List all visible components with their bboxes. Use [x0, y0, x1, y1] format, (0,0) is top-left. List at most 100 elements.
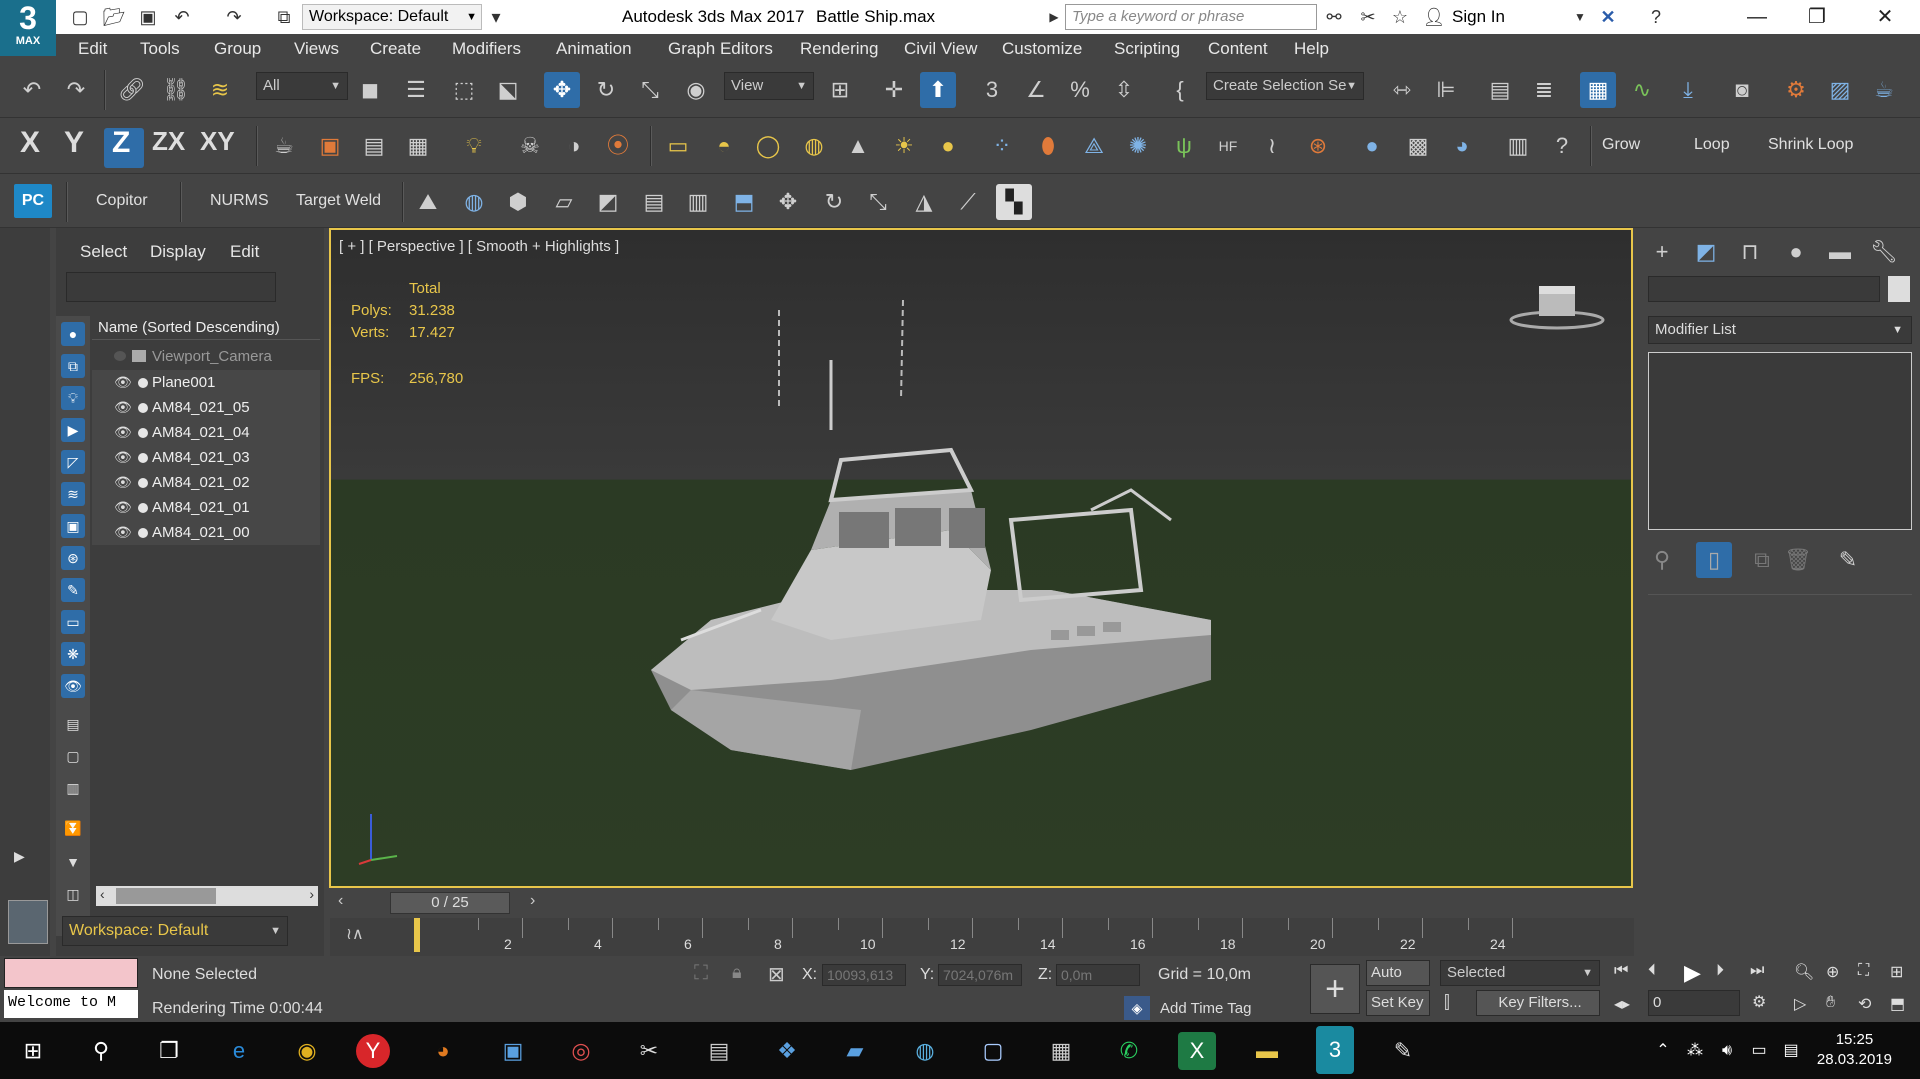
zoom-extents-all-icon[interactable]: ⊞ [1890, 962, 1903, 982]
invert-display-icon[interactable]: ▥ [61, 776, 85, 800]
render-setup-icon[interactable]: ⚙ [1778, 72, 1814, 108]
add-time-tag[interactable]: Add Time Tag [1160, 1000, 1251, 1017]
light-lister-icon[interactable]: 💡︎ [456, 128, 492, 164]
eye-icon[interactable]: 👁︎ [114, 370, 132, 395]
lock-selection-icon[interactable]: 🔒︎ [732, 962, 742, 983]
eye-icon[interactable]: 👁︎ [114, 395, 132, 420]
select-object-icon[interactable]: ◼ [352, 72, 388, 108]
expand-arrow-icon[interactable]: ▶ [1042, 5, 1066, 29]
go-to-start-icon[interactable]: ⏮ [1614, 962, 1628, 980]
keyboard-shortcut-override-icon[interactable]: ⬆ [920, 72, 956, 108]
close-button[interactable]: ✕ [1856, 0, 1914, 34]
grass-icon[interactable]: ψ [1166, 128, 1202, 164]
network-app-icon[interactable]: ❖ [768, 1032, 806, 1070]
cone-icon[interactable]: ▲ [840, 128, 876, 164]
object-color-swatch[interactable] [1888, 276, 1910, 302]
cloth-icon[interactable]: ⊛ [1300, 128, 1336, 164]
scrollbar-thumb[interactable] [116, 888, 216, 904]
3ds-max-taskbar-icon[interactable]: 3 [1316, 1026, 1354, 1074]
spinner-snap-icon[interactable]: ⇳ [1106, 72, 1142, 108]
search-icon[interactable]: ⚲ [82, 1032, 120, 1070]
feather-icon[interactable]: ≀ [1254, 128, 1290, 164]
list-item[interactable]: 👁︎ AM84_021_00 [92, 520, 320, 545]
subscription-icon[interactable]: ✂ [1356, 5, 1380, 29]
viewcube[interactable] [1507, 280, 1607, 330]
pivot-center-icon[interactable]: ⊞ [822, 72, 858, 108]
menu-rendering[interactable]: Rendering [800, 39, 878, 59]
new-file-icon[interactable]: ▢ [68, 5, 92, 29]
move-icon[interactable]: ✥ [544, 72, 580, 108]
key-mode-icon[interactable]: ⫿ [1444, 992, 1450, 1013]
maximize-viewport-icon[interactable]: ⬒ [1890, 994, 1905, 1014]
object-name-field[interactable] [1648, 276, 1880, 302]
scanner-app-icon[interactable]: ▤ [700, 1032, 738, 1070]
schematic-view-icon[interactable]: ⤓ [1670, 72, 1706, 108]
exchange-apps-icon[interactable]: ✕ [1596, 5, 1620, 29]
render-frame-icon[interactable]: ▣ [312, 128, 348, 164]
restore-button[interactable]: ❐ [1788, 0, 1846, 34]
tripod-icon[interactable]: ⟁ [1076, 128, 1112, 164]
monitor-app-icon[interactable]: ▢ [974, 1032, 1012, 1070]
edit-poly-icon[interactable]: ⛰ [410, 184, 446, 220]
slice-icon[interactable]: ⟋ [950, 184, 986, 220]
excel-icon[interactable]: X [1178, 1032, 1216, 1070]
expand-right-icon[interactable]: ▶ [14, 848, 25, 865]
chrome-icon[interactable]: ◉ [288, 1032, 326, 1070]
display-tab-icon[interactable]: ▬ [1822, 234, 1858, 270]
link-icon[interactable]: 🔗︎ [114, 72, 150, 108]
make-unique-icon[interactable]: ⧉ [1744, 542, 1780, 578]
target-weld-button[interactable]: Target Weld [296, 192, 381, 210]
display-hidden-icon[interactable]: 👁︎ [61, 674, 85, 698]
layer-explorer-icon[interactable]: ≣ [1526, 72, 1562, 108]
mirror-gizmo-icon[interactable]: ◮ [906, 184, 942, 220]
explorer-tab-edit[interactable]: Edit [230, 242, 259, 262]
pin-stack-icon[interactable]: ⚲ [1644, 542, 1680, 578]
search-input[interactable]: Type a keyword or phrase [1065, 4, 1317, 30]
axis-x-button[interactable]: X [20, 126, 40, 160]
minimize-button[interactable]: — [1728, 0, 1786, 34]
perspective-viewport[interactable]: [ + ] [ Perspective ] [ Smooth + Highlig… [329, 228, 1633, 888]
list-item[interactable]: 👁︎ Plane001 [92, 370, 320, 395]
projection-icon[interactable]: ⬒ [726, 184, 762, 220]
loop-button[interactable]: Loop [1694, 136, 1730, 154]
eye-icon[interactable]: 👁︎ [114, 445, 132, 470]
percent-snap-icon[interactable]: % [1062, 72, 1098, 108]
redo-icon[interactable]: ↷ [58, 72, 94, 108]
key-mode-toggle-icon[interactable]: ◂▸ [1614, 994, 1630, 1014]
notifications-icon[interactable]: ▤ [1772, 1032, 1810, 1070]
edit-named-selection-icon[interactable]: { [1162, 72, 1198, 108]
firefox-icon[interactable]: ◕ [424, 1032, 462, 1070]
omni-light-icon[interactable]: ● [930, 128, 966, 164]
redo-icon[interactable]: ↷ [222, 5, 246, 29]
menu-modifiers[interactable]: Modifiers [452, 39, 521, 59]
nurms-button[interactable]: NURMS [210, 192, 269, 210]
binoculars-icon[interactable]: ⚯ [1322, 5, 1346, 29]
undo-icon[interactable]: ↶ [14, 72, 50, 108]
curve-editor-mini-icon[interactable]: ≀∧ [346, 924, 364, 944]
sun-light-icon[interactable]: ☀ [886, 128, 922, 164]
open-file-icon[interactable]: 📂︎ [102, 5, 126, 29]
absolute-mode-icon[interactable]: ⊠ [768, 962, 785, 987]
current-frame-field[interactable]: 0 [1648, 990, 1740, 1016]
sign-in-dropdown-icon[interactable]: ▼ [1568, 5, 1592, 29]
x-coordinate-field[interactable]: 10093,613 [822, 964, 906, 986]
snaps-toggle-icon[interactable]: 3 [974, 72, 1010, 108]
rendered-frame-window-icon[interactable]: ▨ [1822, 72, 1858, 108]
next-frame-icon[interactable]: ⏵ [1716, 962, 1724, 980]
pill-icon[interactable]: ⬮ [1030, 128, 1066, 164]
camera-record-icon[interactable]: ⦿ [600, 128, 636, 164]
wedge-icon[interactable]: ◩ [590, 184, 626, 220]
auto-key-button[interactable]: Auto Key [1366, 960, 1430, 1005]
layer-icon[interactable]: ◫ [61, 882, 85, 906]
user-icon[interactable]: 👤︎ [1422, 5, 1446, 29]
list-item[interactable]: 👁︎ AM84_021_04 [92, 420, 320, 445]
workspace-dropdown[interactable]: Workspace: Default ▼ [302, 4, 482, 30]
remove-modifier-icon[interactable]: 🗑︎ [1780, 542, 1816, 578]
viewport-layout-thumbnail[interactable] [8, 900, 48, 944]
zoom-extents-icon[interactable]: ⛶ [1858, 962, 1869, 980]
current-frame-marker[interactable] [414, 918, 420, 952]
explorer-tab-display[interactable]: Display [150, 242, 206, 262]
scene-explorer-icon[interactable]: ▤ [1482, 72, 1518, 108]
display-all-icon[interactable]: ▤ [61, 712, 85, 736]
hemisphere-icon[interactable]: ◓ [706, 128, 742, 164]
